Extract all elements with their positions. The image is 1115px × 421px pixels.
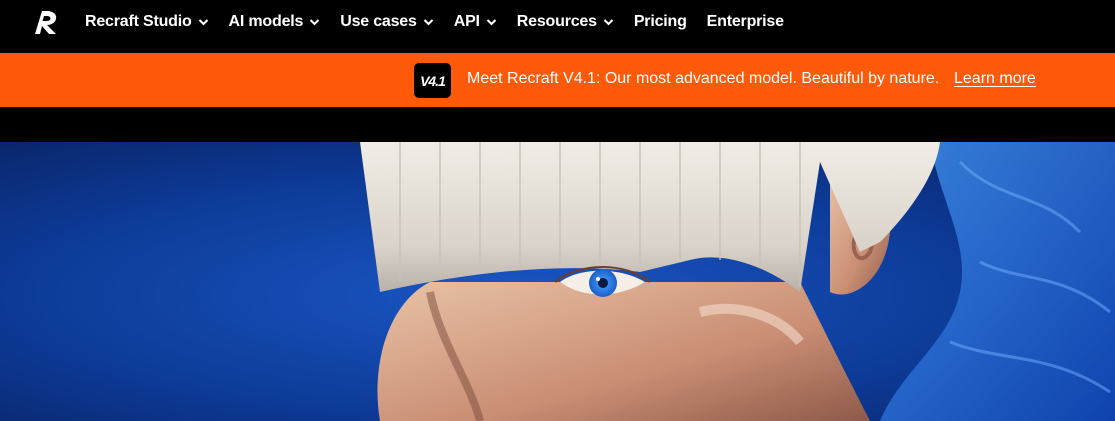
nav-item-label: Enterprise <box>706 13 784 30</box>
nav-item-api[interactable]: API <box>454 0 497 44</box>
nav-item-recraft-studio[interactable]: Recraft Studio <box>85 0 209 44</box>
announcement-banner: V4.1 Meet Recraft V4.1: Our most advance… <box>0 53 1115 107</box>
chevron-down-icon <box>198 19 208 26</box>
nav-item-label: AI models <box>228 13 304 30</box>
learn-more-link[interactable]: Learn more <box>954 70 1036 88</box>
nav-item-label: Pricing <box>633 13 687 30</box>
chevron-down-icon <box>310 19 320 26</box>
chevron-down-icon <box>603 19 614 26</box>
chevron-down-icon <box>486 19 497 26</box>
nav-item-label: Recraft Studio <box>85 13 192 30</box>
nav-item-use-cases[interactable]: Use cases <box>340 0 434 44</box>
nav-item-label: API <box>453 13 480 30</box>
nav-item-label: Use cases <box>340 13 417 30</box>
chevron-down-icon <box>423 19 433 26</box>
nav-item-resources[interactable]: Resources <box>517 0 614 44</box>
nav-item-enterprise[interactable]: Enterprise <box>707 0 784 44</box>
version-badge-label: V4.1 <box>420 72 446 89</box>
top-navigation: Recraft Studio AI models Use cases API R… <box>0 0 1115 44</box>
nav-item-label: Resources <box>516 13 597 30</box>
nav-item-pricing[interactable]: Pricing <box>634 0 687 44</box>
recraft-logo-icon[interactable] <box>30 9 60 35</box>
announcement-text: Meet Recraft V4.1: Our most advanced mod… <box>467 70 940 87</box>
hero-image <box>0 142 1115 421</box>
version-badge: V4.1 <box>414 63 451 98</box>
nav-item-ai-models[interactable]: AI models <box>229 0 321 44</box>
hero-portrait-image <box>0 142 1115 421</box>
nav-menu: Recraft Studio AI models Use cases API R… <box>85 0 804 44</box>
